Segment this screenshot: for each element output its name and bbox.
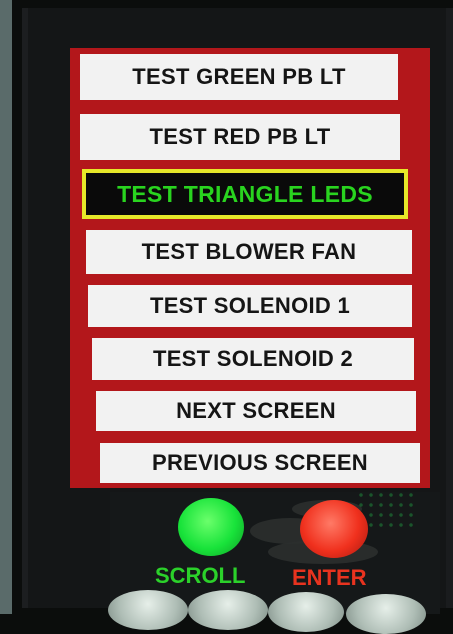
knob	[188, 590, 268, 630]
menu-item-label: TEST RED PB LT	[149, 124, 331, 149]
menu-item-label: PREVIOUS SCREEN	[152, 450, 368, 475]
menu-item-label: TEST SOLENOID 1	[149, 293, 351, 318]
knob	[268, 592, 344, 632]
menu-item-test-blower-fan[interactable]: TEST BLOWER FAN	[86, 230, 412, 274]
enter-button[interactable]	[300, 500, 368, 558]
menu-item-test-red-pb-lt[interactable]: TEST RED PB LT	[80, 114, 400, 160]
knob	[108, 590, 188, 630]
menu-item-test-triangle-leds[interactable]: TEST TRIANGLE LEDS	[82, 169, 408, 219]
menu-item-test-solenoid-2[interactable]: TEST SOLENOID 2	[92, 338, 414, 380]
menu-item-label: TEST BLOWER FAN	[141, 239, 357, 264]
menu-item-label: NEXT SCREEN	[176, 398, 336, 423]
scroll-label: SCROLL	[155, 563, 246, 588]
menu-item-test-green-pb-lt[interactable]: TEST GREEN PB LT	[80, 54, 398, 100]
enter-label: ENTER	[292, 565, 367, 590]
test-menu: TEST GREEN PB LT TEST RED PB LT TEST TRI…	[70, 48, 430, 488]
menu-item-test-solenoid-1[interactable]: TEST SOLENOID 1	[88, 285, 412, 327]
menu-item-label: TEST SOLENOID 2	[152, 346, 354, 371]
scroll-button[interactable]	[178, 498, 244, 556]
knob	[346, 594, 426, 634]
device-frame	[0, 0, 12, 614]
menu-item-label: TEST TRIANGLE LEDS	[117, 180, 373, 207]
menu-item-next-screen[interactable]: NEXT SCREEN	[96, 391, 416, 431]
menu-item-label: TEST GREEN PB LT	[132, 64, 346, 89]
menu-item-previous-screen[interactable]: PREVIOUS SCREEN	[100, 443, 420, 483]
